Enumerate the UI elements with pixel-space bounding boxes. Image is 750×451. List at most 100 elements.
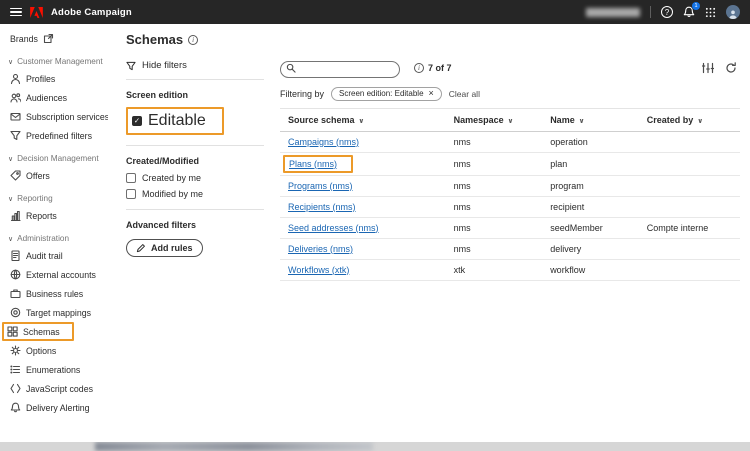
notification-badge: 1: [692, 2, 700, 10]
chevron-down-icon: [8, 236, 13, 243]
sidebar-item-offers[interactable]: Offers: [0, 166, 108, 185]
sidebar-item-brands[interactable]: Brands: [0, 29, 108, 48]
checkbox-modified-by-me[interactable]: [126, 189, 136, 199]
adobe-logo-icon[interactable]: [30, 6, 43, 18]
editable-annotation-box: Editable: [126, 107, 224, 135]
sidebar-item-external-accounts[interactable]: External accounts: [0, 265, 108, 284]
sidebar-item-subscription-services[interactable]: Subscription services: [0, 107, 108, 126]
count-info-icon[interactable]: [414, 63, 424, 74]
filters-panel: Hide filters Screen edition Editable Cre…: [126, 57, 264, 442]
sidebar-section-reporting[interactable]: Reporting: [0, 185, 108, 206]
chevron-down-icon: [8, 196, 13, 203]
table-row-plans: Plans (nms) nms plan: [280, 152, 740, 176]
schema-link-recipients[interactable]: Recipients (nms): [288, 202, 356, 212]
taskbar-redacted-content: [95, 442, 373, 451]
table-row-programs: Programs (nms) nms program: [280, 175, 740, 197]
sidebar-item-profiles[interactable]: Profiles: [0, 69, 108, 88]
column-header-created-by[interactable]: Created by: [638, 107, 740, 132]
table-row-seed-addresses: Seed addresses (nms) nms seedMember Comp…: [280, 217, 740, 239]
filter-option-editable-row: Editable: [126, 107, 264, 135]
filter-chip-screen-edition-editable[interactable]: Screen edition: Editable: [331, 86, 442, 101]
pencil-icon: [136, 244, 145, 253]
schema-link-campaigns[interactable]: Campaigns (nms): [288, 137, 359, 147]
main-content: Schemas Hide filters Screen edition Edit…: [108, 24, 750, 442]
code-brackets-icon: [10, 383, 21, 394]
search-input[interactable]: [280, 60, 400, 78]
schema-link-deliveries[interactable]: Deliveries (nms): [288, 244, 353, 254]
column-header-source-schema[interactable]: Source schema: [280, 107, 446, 132]
sidebar-item-audit-trail[interactable]: Audit trail: [0, 246, 108, 265]
sidebar-item-reports[interactable]: Reports: [0, 206, 108, 225]
schema-grid-icon: [7, 326, 18, 337]
plans-annotation-box: Plans (nms): [283, 154, 354, 173]
brands-switcher-icon: [43, 33, 54, 44]
sidebar-item-schemas[interactable]: Schemas: [0, 322, 108, 341]
avatar[interactable]: [726, 5, 740, 19]
checkbox-editable[interactable]: [132, 116, 142, 126]
add-rules-button[interactable]: Add rules: [126, 239, 203, 257]
user-name-redacted: [586, 7, 640, 17]
filtering-by-label: Filtering by: [280, 88, 325, 99]
top-bar: Adobe Campaign 1: [0, 0, 750, 24]
list-icon: [10, 364, 21, 375]
table-row-deliveries: Deliveries (nms) nms delivery: [280, 238, 740, 260]
checkbox-created-by-me[interactable]: [126, 173, 136, 183]
app-switcher-icon[interactable]: [705, 7, 716, 18]
schemas-annotation-box: Schemas: [2, 322, 74, 341]
profile-icon: [10, 73, 21, 84]
sidebar-item-options[interactable]: Options: [0, 341, 108, 360]
table-row-recipients: Recipients (nms) nms recipient: [280, 196, 740, 218]
sidebar-item-javascript-codes[interactable]: JavaScript codes: [0, 379, 108, 398]
page-info-icon[interactable]: [188, 34, 199, 45]
schema-link-workflows[interactable]: Workflows (xtk): [288, 265, 349, 275]
column-header-name[interactable]: Name: [542, 107, 639, 132]
sidebar-item-business-rules[interactable]: Business rules: [0, 284, 108, 303]
table-row-campaigns: Campaigns (nms) nms operation: [280, 131, 740, 153]
chevron-down-icon: [8, 156, 13, 163]
adobe-campaign-app: Adobe Campaign 1 Brands: [0, 0, 750, 451]
sort-chevron-icon: [697, 118, 703, 125]
clear-all-link[interactable]: Clear all: [449, 89, 480, 99]
sidebar-item-predefined-filters[interactable]: Predefined filters: [0, 126, 108, 145]
filter-group-title-created-modified: Created/Modified: [126, 156, 200, 166]
schema-link-programs[interactable]: Programs (nms): [288, 181, 353, 191]
schemas-table: Source schema Namespace Name Created by …: [280, 107, 740, 281]
hide-filters-button[interactable]: Hide filters: [126, 57, 264, 80]
envelope-icon: [10, 111, 21, 122]
sort-chevron-icon: [579, 118, 585, 125]
sort-chevron-icon: [359, 118, 365, 125]
sidebar-section-customer-management[interactable]: Customer Management: [0, 48, 108, 69]
table-header-row: Source schema Namespace Name Created by: [280, 107, 740, 132]
sidebar-section-administration[interactable]: Administration: [0, 225, 108, 246]
result-count: 7 of 7: [428, 63, 452, 74]
column-header-namespace[interactable]: Namespace: [445, 107, 543, 132]
filters-divider: [126, 209, 264, 210]
top-bar-divider: [650, 6, 651, 18]
table-row-workflows: Workflows (xtk) xtk workflow: [280, 259, 740, 281]
filter-checkbox-modified-by-me[interactable]: Modified by me: [126, 189, 264, 199]
sidebar-section-decision-management[interactable]: Decision Management: [0, 145, 108, 166]
help-icon[interactable]: [661, 6, 673, 18]
column-settings-icon[interactable]: [702, 62, 714, 74]
notifications-bell-icon[interactable]: 1: [683, 2, 700, 18]
table-toolbar: 7 of 7: [280, 59, 740, 78]
chip-close-icon[interactable]: [429, 89, 434, 98]
sidebar-item-enumerations[interactable]: Enumerations: [0, 360, 108, 379]
refresh-icon[interactable]: [725, 62, 737, 74]
sidebar-item-target-mappings[interactable]: Target mappings: [0, 303, 108, 322]
taskbar: [0, 442, 750, 451]
document-icon: [10, 250, 21, 261]
hamburger-menu-icon[interactable]: [10, 7, 22, 17]
sidebar-item-delivery-alerting[interactable]: Delivery Alerting: [0, 398, 108, 417]
sidebar-item-audiences[interactable]: Audiences: [0, 88, 108, 107]
results-area: 7 of 7 Filtering by: [280, 57, 740, 442]
app-title: Adobe Campaign: [51, 6, 132, 18]
schema-link-plans[interactable]: Plans (nms): [289, 159, 337, 169]
top-bar-actions: 1: [586, 2, 740, 19]
schema-link-seed-addresses[interactable]: Seed addresses (nms): [288, 223, 379, 233]
filter-funnel-icon: [126, 61, 136, 70]
filter-checkbox-created-by-me[interactable]: Created by me: [126, 173, 264, 183]
filter-group-title-screen-edition: Screen edition: [126, 90, 189, 100]
target-icon: [10, 307, 21, 318]
sidebar: Brands Customer Management Profiles Audi…: [0, 24, 108, 442]
